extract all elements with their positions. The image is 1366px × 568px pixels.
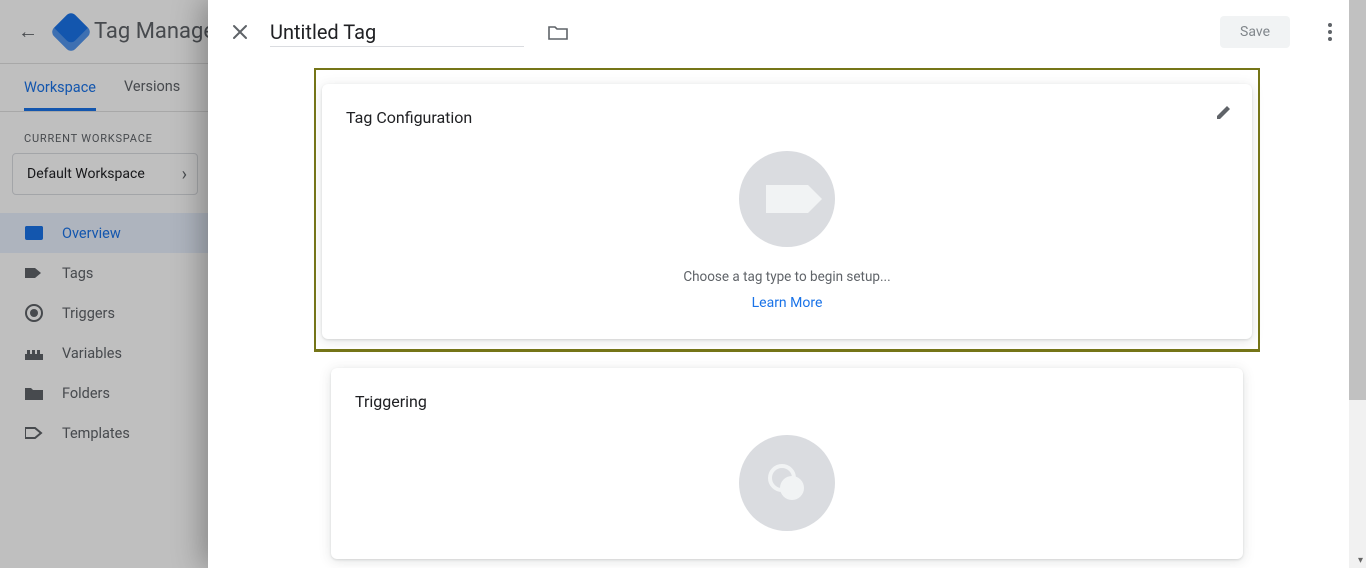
app-title: Tag Manager <box>94 19 222 44</box>
sidebar-item-overview[interactable]: Overview <box>0 213 210 253</box>
chevron-right-icon: › <box>182 164 187 185</box>
trigger-placeholder-icon <box>739 435 835 531</box>
tag-configuration-card[interactable]: Tag Configuration Choose a tag type to b… <box>322 84 1252 339</box>
tag-editor-panel: Save Tag Configuration Choose a tag type… <box>208 0 1366 568</box>
learn-more-link[interactable]: Learn More <box>752 295 823 311</box>
overview-icon <box>24 226 44 240</box>
scroll-down-icon[interactable]: ▾ <box>1358 555 1363 566</box>
scrollbar[interactable]: ▴ ▾ <box>1349 0 1366 568</box>
save-button[interactable]: Save <box>1220 16 1290 48</box>
sidebar-item-label: Tags <box>62 265 93 282</box>
templates-icon <box>24 426 44 440</box>
tag-config-empty-text: Choose a tag type to begin setup... <box>683 269 890 285</box>
sidebar-item-folders[interactable]: Folders <box>0 373 210 413</box>
close-icon <box>232 24 248 40</box>
tab-versions[interactable]: Versions <box>124 78 180 97</box>
panel-header: Save <box>208 0 1366 64</box>
close-button[interactable] <box>224 16 256 48</box>
more-button[interactable] <box>1310 12 1350 52</box>
arrow-left-icon: ← <box>18 19 38 44</box>
triggering-card[interactable]: Triggering <box>331 368 1243 559</box>
workspace-name: Default Workspace <box>27 166 145 182</box>
folder-outline-icon <box>548 24 568 40</box>
workspace-section-label: CURRENT WORKSPACE <box>0 112 210 153</box>
back-button[interactable]: ← <box>8 19 48 44</box>
sidebar-item-label: Triggers <box>62 305 115 322</box>
tab-workspace[interactable]: Workspace <box>24 79 96 111</box>
sidebar-item-templates[interactable]: Templates <box>0 413 210 453</box>
triggering-heading: Triggering <box>355 392 1219 411</box>
tag-icon <box>24 266 44 280</box>
scrollbar-thumb[interactable] <box>1349 0 1366 400</box>
edit-icon[interactable] <box>1214 102 1234 126</box>
variables-icon <box>24 346 44 360</box>
workspace-selector[interactable]: Default Workspace › <box>12 153 198 195</box>
tag-config-heading: Tag Configuration <box>346 108 1228 127</box>
sidebar-item-label: Folders <box>62 385 110 402</box>
sidebar-item-variables[interactable]: Variables <box>0 333 210 373</box>
more-vert-icon <box>1328 23 1332 41</box>
tag-title-input[interactable] <box>270 18 524 47</box>
app-logo-icon <box>50 10 92 52</box>
sidebar-item-label: Overview <box>62 225 121 242</box>
folder-button[interactable] <box>544 18 572 46</box>
highlighted-region: Tag Configuration Choose a tag type to b… <box>314 68 1260 352</box>
sidebar-item-triggers[interactable]: Triggers <box>0 293 210 333</box>
sidebar-item-tags[interactable]: Tags <box>0 253 210 293</box>
sidebar-item-label: Variables <box>62 345 122 362</box>
trigger-icon <box>24 304 44 322</box>
tag-placeholder-icon <box>739 151 835 247</box>
sidebar-item-label: Templates <box>62 425 130 442</box>
folder-icon <box>24 386 44 400</box>
